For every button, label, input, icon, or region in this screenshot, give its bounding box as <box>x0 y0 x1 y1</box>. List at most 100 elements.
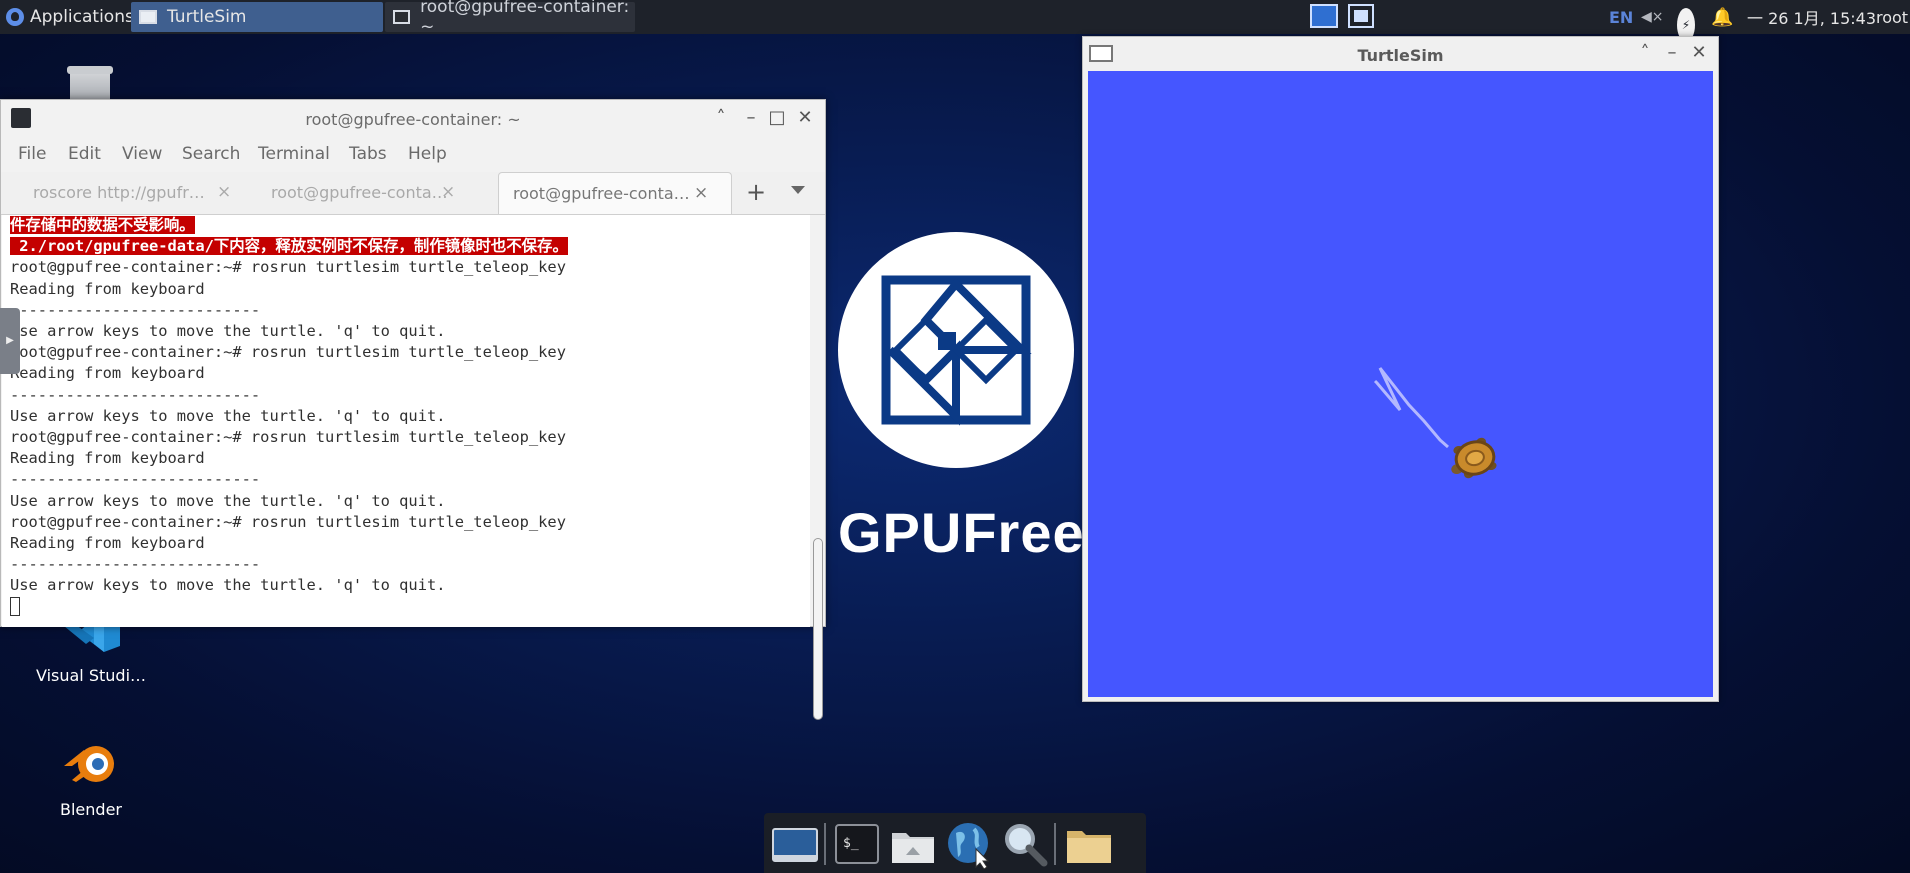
top-panel: Applications ≡ TurtleSim root@gpufree-co… <box>0 0 1910 42</box>
taskbar-terminal-button[interactable]: root@gpufree-container: ~ <box>385 0 635 37</box>
search-icon[interactable] <box>1000 819 1050 869</box>
terminal-line: root@gpufree-container:~# rosrun turtles… <box>10 512 568 533</box>
clock[interactable]: 一 26 1月, 15:43 <box>1747 0 1876 34</box>
task-label: TurtleSim <box>167 7 247 27</box>
turtlesim-window[interactable]: TurtleSim ˄ – ✕ <box>1082 36 1719 702</box>
close-button[interactable]: ✕ <box>793 106 817 130</box>
terminal-line: Reading from keyboard <box>10 279 568 300</box>
terminal-line: 2./root/gpufree-data/下内容，释放实例时不保存，制作镜像时也… <box>10 236 568 257</box>
terminal-titlebar[interactable]: root@gpufree-container: ~ ˄ – □ ✕ <box>1 100 825 136</box>
terminal-line-text: Reading from keyboard <box>10 279 205 298</box>
user-menu[interactable]: root <box>1876 0 1908 34</box>
terminal-line: root@gpufree-container:~# rosrun turtles… <box>10 342 568 363</box>
terminal-line: Use arrow keys to move the turtle. 'q' t… <box>10 575 568 596</box>
minimize-button[interactable]: – <box>1660 41 1684 65</box>
minimize-button[interactable]: – <box>739 106 763 130</box>
window-icon <box>139 10 157 24</box>
terminal-line: --------------------------- <box>10 300 568 321</box>
terminal-window[interactable]: root@gpufree-container: ~ ˄ – □ ✕ File E… <box>0 99 826 720</box>
shade-button[interactable]: ˄ <box>1633 41 1657 65</box>
close-button[interactable]: ✕ <box>1687 41 1711 65</box>
tab-label: root@gpufree-conta… <box>513 184 690 203</box>
shade-button[interactable]: ˄ <box>709 106 733 130</box>
maximize-button[interactable]: □ <box>765 106 789 130</box>
dock-separator <box>824 823 826 865</box>
terminal-title: root@gpufree-container: ~ <box>305 110 521 129</box>
terminal-line-text: Use arrow keys to move the turtle. 'q' t… <box>10 491 446 510</box>
keyboard-layout-indicator[interactable]: EN <box>1609 0 1633 34</box>
terminal-line-text: root@gpufree-container:~# rosrun turtles… <box>10 428 566 447</box>
terminal-line-text: Use arrow keys to move the turtle. 'q' t… <box>10 322 446 341</box>
terminal-line-text: Reading from keyboard <box>10 534 205 553</box>
dock-separator <box>1054 823 1056 865</box>
terminal-line-text: 2./root/gpufree-data/下内容，释放实例时不保存，制作镜像时也… <box>10 237 568 256</box>
terminal-line: --------------------------- <box>10 554 568 575</box>
web-browser-icon[interactable] <box>944 819 994 869</box>
terminal-line: root@gpufree-container:~# rosrun turtles… <box>10 427 568 448</box>
menu-tabs[interactable]: Tabs <box>349 144 387 164</box>
terminal-line: root@gpufree-container:~# rosrun turtles… <box>10 257 568 278</box>
applications-label: Applications <box>30 7 134 27</box>
volume-icon[interactable]: ◀× <box>1641 0 1664 34</box>
terminal-line-text: root@gpufree-container:~# rosrun turtles… <box>10 258 566 277</box>
menu-edit[interactable]: Edit <box>68 144 101 164</box>
workspace-1-button[interactable] <box>1310 4 1338 28</box>
vscode-label[interactable]: Visual Studi… <box>26 666 156 685</box>
tab-list-dropdown[interactable] <box>791 186 805 194</box>
workspace-2-button[interactable] <box>1348 4 1374 28</box>
terminal-line: Use arrow keys to move the turtle. 'q' t… <box>10 321 568 342</box>
svg-text:$_: $_ <box>843 836 859 851</box>
tab-roscore[interactable]: roscore http://gpufr… × <box>33 172 233 214</box>
terminal-line: --------------------------- <box>10 469 568 490</box>
notification-bell-icon[interactable]: 🔔 <box>1711 0 1733 34</box>
terminal-line-text: Reading from keyboard <box>10 449 205 468</box>
dock: $_ <box>764 813 1146 873</box>
terminal-line-text: --------------------------- <box>10 555 261 574</box>
blender-label[interactable]: Blender <box>26 800 156 819</box>
tab-label: root@gpufree-conta… <box>271 183 448 202</box>
terminal-output[interactable]: 件存储中的数据不受影响。 2./root/gpufree-data/下内容，释放… <box>2 215 810 627</box>
tab-close-icon[interactable]: × <box>217 182 231 202</box>
terminal-line-text: --------------------------- <box>10 385 261 404</box>
blender-icon[interactable] <box>62 736 122 792</box>
terminal-line: Reading from keyboard <box>10 533 568 554</box>
terminal-menubar: File Edit View Search Terminal Tabs Help <box>1 136 825 172</box>
terminal-line: Reading from keyboard <box>10 363 568 384</box>
terminal-tab-bar: roscore http://gpufr… × root@gpufree-con… <box>1 172 825 215</box>
terminal-line: Reading from keyboard <box>10 448 568 469</box>
terminal-line-text: root@gpufree-container:~# rosrun turtles… <box>10 512 566 531</box>
terminal-line: Use arrow keys to move the turtle. 'q' t… <box>10 406 568 427</box>
terminal-line-text: --------------------------- <box>10 300 261 319</box>
turtlesim-title: TurtleSim <box>1357 46 1444 65</box>
tab-close-icon[interactable]: × <box>441 182 455 202</box>
tab-terminal-3-active[interactable]: root@gpufree-conta… × <box>498 172 732 214</box>
terminal-scrollbar[interactable] <box>810 218 824 720</box>
menu-terminal[interactable]: Terminal <box>258 144 330 164</box>
show-desktop-icon[interactable] <box>770 819 820 869</box>
gpufree-wordmark: GPUFree <box>838 501 1085 564</box>
file-manager-icon[interactable] <box>888 819 938 869</box>
taskbar-turtlesim-button[interactable]: TurtleSim <box>131 2 383 32</box>
tab-close-icon[interactable]: × <box>694 183 708 203</box>
menu-search[interactable]: Search <box>182 144 240 164</box>
applications-menu[interactable]: Applications ≡ <box>0 0 150 34</box>
terminal-line: Use arrow keys to move the turtle. 'q' t… <box>10 491 568 512</box>
menu-help[interactable]: Help <box>408 144 447 164</box>
side-panel-handle[interactable]: ▶ <box>0 308 20 374</box>
terminal-line-text: Use arrow keys to move the turtle. 'q' t… <box>10 406 446 425</box>
terminal-line-text: --------------------------- <box>10 470 261 489</box>
terminal-icon <box>393 10 411 24</box>
scrollbar-thumb[interactable] <box>813 538 823 720</box>
terminal-line-text: 件存储中的数据不受影响。 <box>10 216 195 234</box>
terminal-icon[interactable]: $_ <box>832 819 882 869</box>
turtlesim-canvas[interactable] <box>1088 71 1713 697</box>
tab-terminal-2[interactable]: root@gpufree-conta… × <box>271 172 471 214</box>
terminal-lines: 件存储中的数据不受影响。 2./root/gpufree-data/下内容，释放… <box>10 215 568 618</box>
menu-view[interactable]: View <box>122 144 162 164</box>
menu-file[interactable]: File <box>18 144 46 164</box>
new-tab-button[interactable]: + <box>746 178 766 206</box>
turtlesim-titlebar[interactable]: TurtleSim ˄ – ✕ <box>1083 37 1718 71</box>
xfce-logo-icon <box>6 8 24 26</box>
folder-icon[interactable] <box>1064 819 1114 869</box>
terminal-cursor-line <box>10 596 568 618</box>
